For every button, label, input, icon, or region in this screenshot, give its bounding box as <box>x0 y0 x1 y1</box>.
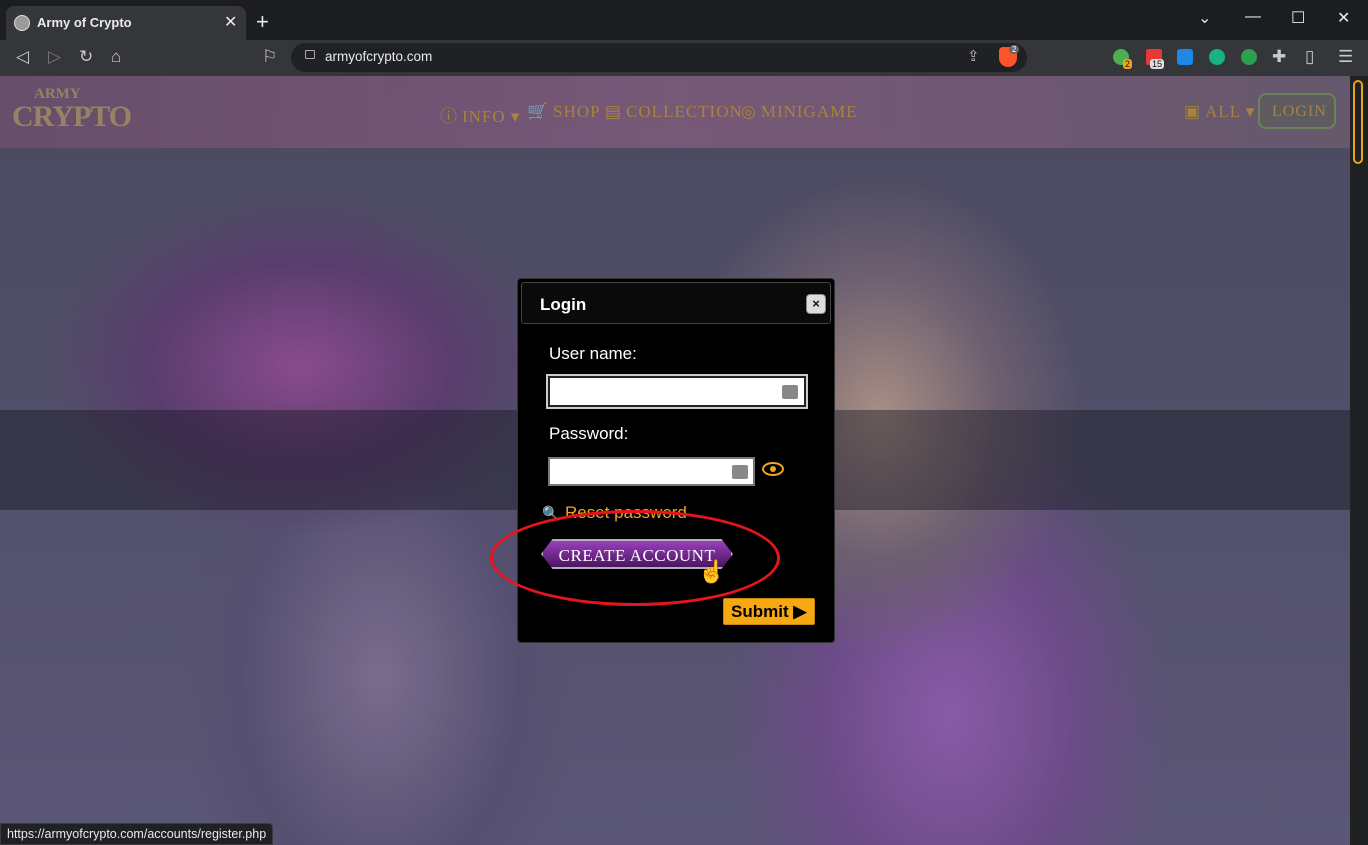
cart-icon: 🛒 <box>527 102 550 121</box>
extension-badge-2: 15 <box>1150 59 1165 69</box>
bookmark-icon[interactable]: ⚐ <box>262 48 277 66</box>
submit-button[interactable]: Submit ▶ <box>723 598 815 625</box>
book-icon: ▤ <box>605 102 623 121</box>
extension-icon-5[interactable] <box>1241 49 1257 65</box>
password-label: Password: <box>549 424 629 443</box>
home-icon[interactable]: ⌂ <box>111 48 121 66</box>
browser-toolbar: ◁ ▷ ↻ ⌂ ⚐ armyofcrypto.com ⇪ 2 2 15 ✚ ▯ … <box>0 40 1368 76</box>
site-logo[interactable]: ARMY CRYPTO <box>12 86 132 136</box>
password-field[interactable] <box>548 457 755 486</box>
logo-main-text: CRYPTO <box>12 100 132 133</box>
dialog-header: Login × <box>521 282 831 324</box>
nav-all[interactable]: ▣ ALL ▾ <box>1184 102 1255 122</box>
tab-strip: Army of Crypto ✕ + ⌄ — ☐ ✕ <box>0 0 1368 40</box>
scroll-thumb[interactable] <box>1353 80 1363 164</box>
username-input[interactable] <box>550 378 804 405</box>
nav-shop[interactable]: 🛒 SHOP <box>527 102 601 122</box>
money-icon: ▣ <box>1184 102 1202 121</box>
highlight-annotation-ellipse <box>490 510 780 606</box>
status-bar: https://armyofcrypto.com/accounts/regist… <box>0 823 274 845</box>
reload-icon[interactable]: ↻ <box>79 48 93 66</box>
extension-badge-1: 2 <box>1123 59 1133 69</box>
nav-all-label: ALL <box>1205 102 1241 121</box>
window-close-icon[interactable]: ✕ <box>1337 8 1350 28</box>
nav-minigame-label: MINIGAME <box>760 102 858 121</box>
shields-badge: 2 <box>1009 45 1020 54</box>
maximize-icon[interactable]: ☐ <box>1291 8 1305 28</box>
nav-info[interactable]: ⓘ INFO ▾ <box>440 102 520 127</box>
password-input[interactable] <box>550 459 753 484</box>
site-favicon-icon <box>14 15 30 31</box>
browser-tab[interactable]: Army of Crypto ✕ <box>6 6 246 40</box>
tab-close-icon[interactable]: ✕ <box>224 12 237 32</box>
menu-icon[interactable]: ☰ <box>1338 48 1353 66</box>
tab-search-icon[interactable]: ⌄ <box>1198 8 1211 28</box>
dialog-title: Login <box>540 295 587 314</box>
site-navbar: ARMY CRYPTO ⓘ INFO ▾ 🛒 SHOP ▤ COLLECTION ◎ M… <box>0 76 1350 148</box>
status-url: https://armyofcrypto.com/accounts/regist… <box>7 827 267 841</box>
nav-info-label: INFO <box>462 107 506 126</box>
username-label: User name: <box>549 344 637 363</box>
lock-icon[interactable] <box>305 50 315 59</box>
nav-collection-label: COLLECTION <box>626 102 743 121</box>
address-bar[interactable]: armyofcrypto.com ⇪ 2 <box>291 43 1027 72</box>
extensions-puzzle-icon[interactable]: ✚ <box>1272 48 1286 66</box>
info-icon: ⓘ <box>440 107 458 126</box>
url-text[interactable]: armyofcrypto.com <box>325 49 432 64</box>
submit-label: Submit ▶ <box>731 602 807 621</box>
tab-title: Army of Crypto <box>37 15 132 30</box>
page-scrollbar[interactable] <box>1350 76 1368 845</box>
gamepad-icon: ◎ <box>741 102 757 121</box>
new-tab-icon[interactable]: + <box>256 11 269 33</box>
nav-login-label: LOGIN <box>1272 103 1327 120</box>
password-manager-icon[interactable] <box>732 465 748 479</box>
nav-login-button[interactable]: LOGIN <box>1258 93 1336 129</box>
password-manager-icon[interactable] <box>782 385 798 399</box>
close-icon[interactable]: × <box>806 294 826 314</box>
nav-shop-label: SHOP <box>553 102 601 121</box>
minimize-icon[interactable]: — <box>1245 8 1261 26</box>
show-password-eye-icon[interactable] <box>762 462 784 476</box>
back-icon[interactable]: ◁ <box>16 48 29 66</box>
username-field[interactable] <box>546 374 808 409</box>
nav-collection[interactable]: ▤ COLLECTION <box>605 102 743 122</box>
nav-minigame[interactable]: ◎ MINIGAME <box>741 102 858 122</box>
share-icon[interactable]: ⇪ <box>967 47 980 65</box>
eye-pupil <box>770 466 776 472</box>
extension-icon-4[interactable] <box>1209 49 1225 65</box>
extension-icon-3[interactable] <box>1177 49 1193 65</box>
sidebar-toggle-icon[interactable]: ▯ <box>1305 48 1314 66</box>
forward-icon[interactable]: ▷ <box>48 48 61 66</box>
